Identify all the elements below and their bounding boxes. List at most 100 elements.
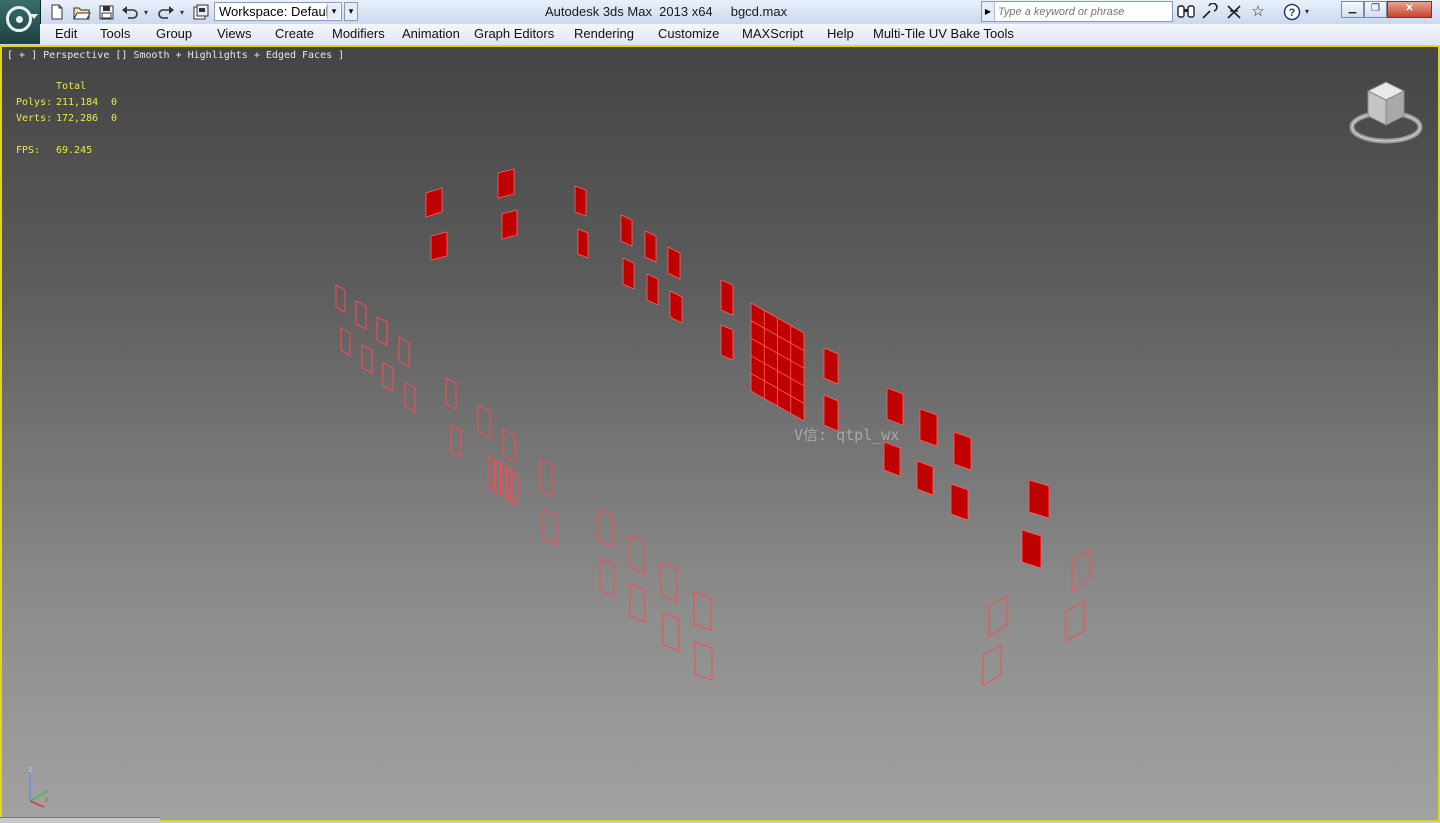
wireframe-panel[interactable]: [502, 428, 516, 463]
wireframe-panel[interactable]: [629, 583, 646, 623]
wireframe-panel[interactable]: [404, 381, 416, 413]
infocenter-search[interactable]: ▶: [981, 1, 1173, 22]
stats-verts-label: Verts:: [16, 113, 53, 124]
stats-polys-label: Polys:: [16, 97, 53, 108]
wireframe-panel[interactable]: [628, 534, 645, 574]
redo-dropdown-icon[interactable]: ▾: [177, 3, 187, 21]
open-file-icon[interactable]: [72, 3, 92, 21]
wireframe-panel[interactable]: [660, 562, 678, 602]
selected-panel[interactable]: [950, 483, 969, 521]
favorites-star-icon[interactable]: ☆: [1249, 3, 1267, 21]
wireframe-panel[interactable]: [662, 612, 680, 652]
selected-panel[interactable]: [916, 460, 934, 496]
wireframe-panel[interactable]: [1071, 549, 1091, 591]
selected-panel[interactable]: [1021, 529, 1042, 569]
close-icon[interactable]: ✕: [1387, 1, 1432, 18]
wireframe-panel[interactable]: [598, 508, 613, 548]
stats-polys-selected: 0: [111, 97, 118, 108]
selected-panel[interactable]: [669, 290, 683, 324]
selected-panel[interactable]: [501, 209, 518, 240]
selected-panel[interactable]: [919, 408, 938, 447]
stats-verts-value: 172,286: [56, 113, 99, 124]
chevron-down-icon: ▾: [327, 4, 340, 19]
wireframe-panel[interactable]: [361, 344, 373, 374]
selected-panel[interactable]: [886, 387, 904, 426]
undo-icon[interactable]: [120, 3, 140, 21]
search-expand-icon[interactable]: ▶: [982, 2, 995, 21]
redo-icon[interactable]: [156, 3, 176, 21]
wireframe-panel[interactable]: [539, 458, 553, 497]
wireframe-panel[interactable]: [335, 284, 346, 313]
app-menu-logo-icon[interactable]: [0, 0, 41, 44]
minimize-icon[interactable]: ▁: [1341, 1, 1364, 18]
selected-panel[interactable]: [644, 230, 657, 263]
selected-panel[interactable]: [425, 187, 443, 218]
wireframe-panel[interactable]: [982, 644, 1002, 686]
wireframe-panel[interactable]: [445, 377, 457, 410]
stats-verts-selected: 0: [111, 113, 118, 124]
selected-panel[interactable]: [497, 168, 515, 199]
menu-tools[interactable]: Tools: [100, 26, 130, 41]
wireframe-panel[interactable]: [398, 336, 410, 368]
selected-panel[interactable]: [622, 257, 635, 290]
wireframe-panel[interactable]: [382, 362, 394, 392]
selected-panel[interactable]: [953, 431, 972, 471]
scene-geometry[interactable]: [2, 47, 1438, 820]
title-bar: ▾ ▾ Workspace: Default ▾ ▾ Autodesk 3ds …: [0, 0, 1440, 25]
save-icon[interactable]: [97, 3, 115, 21]
axis-x-label: x: [44, 795, 49, 804]
wireframe-panel[interactable]: [376, 316, 388, 346]
viewport-label-menu[interactable]: [ + ] Perspective [] Smooth + Highlights…: [7, 50, 344, 61]
selected-panel[interactable]: [646, 273, 659, 306]
menu-rendering[interactable]: Rendering: [574, 26, 634, 41]
wireframe-panel[interactable]: [450, 424, 462, 458]
selected-panel[interactable]: [577, 228, 589, 259]
stats-fps-label: FPS:: [16, 145, 41, 156]
workspace-dropdown[interactable]: Workspace: Default ▾: [214, 2, 342, 21]
menu-multi-tile-uv-bake-tools[interactable]: Multi-Tile UV Bake Tools: [873, 26, 1014, 41]
viewcube-icon[interactable]: [1348, 77, 1424, 147]
menu-group[interactable]: Group: [156, 26, 192, 41]
binoculars-icon[interactable]: [1177, 3, 1195, 21]
wireframe-panel[interactable]: [693, 591, 712, 631]
communication-center-icon[interactable]: [1200, 2, 1218, 21]
new-file-icon[interactable]: [48, 3, 66, 21]
project-folder-icon[interactable]: [192, 3, 210, 21]
wireframe-panel[interactable]: [1065, 600, 1085, 642]
menu-views[interactable]: Views: [217, 26, 251, 41]
selected-panel[interactable]: [720, 279, 734, 316]
menu-maxscript[interactable]: MAXScript: [742, 26, 803, 41]
svg-text:?: ?: [1289, 7, 1296, 19]
wireframe-panel[interactable]: [542, 508, 557, 546]
menu-help[interactable]: Help: [827, 26, 854, 41]
wireframe-panel[interactable]: [988, 595, 1008, 637]
menu-modifiers[interactable]: Modifiers: [332, 26, 385, 41]
help-dropdown-icon[interactable]: ▾: [1302, 3, 1312, 21]
exchange-icon[interactable]: [1225, 3, 1243, 21]
help-icon[interactable]: ?: [1283, 3, 1301, 21]
menu-create[interactable]: Create: [275, 26, 314, 41]
search-input[interactable]: [998, 4, 1168, 19]
menu-edit[interactable]: Edit: [55, 26, 77, 41]
wireframe-panel[interactable]: [694, 641, 713, 681]
menu-customize[interactable]: Customize: [658, 26, 719, 41]
selected-panel[interactable]: [823, 347, 839, 385]
undo-dropdown-icon[interactable]: ▾: [141, 3, 151, 21]
perspective-viewport[interactable]: [ + ] Perspective [] Smooth + Highlights…: [0, 45, 1440, 822]
menu-animation[interactable]: Animation: [402, 26, 460, 41]
selected-panel[interactable]: [720, 324, 734, 361]
selected-panel[interactable]: [883, 441, 901, 477]
wireframe-panel[interactable]: [477, 404, 491, 439]
wireframe-panel[interactable]: [340, 327, 351, 356]
selected-panel[interactable]: [1028, 479, 1050, 519]
selected-panel[interactable]: [667, 246, 681, 280]
selected-panel[interactable]: [430, 231, 448, 261]
workspace-menu-button[interactable]: ▾: [344, 2, 358, 21]
menu-graph-editors[interactable]: Graph Editors: [474, 26, 554, 41]
wireframe-panel[interactable]: [355, 300, 367, 330]
selected-panel[interactable]: [620, 214, 633, 247]
restore-icon[interactable]: ❐: [1364, 1, 1387, 18]
selected-panel[interactable]: [574, 185, 587, 217]
wireframe-panel[interactable]: [599, 557, 615, 597]
stats-polys-value: 211,184: [56, 97, 99, 108]
